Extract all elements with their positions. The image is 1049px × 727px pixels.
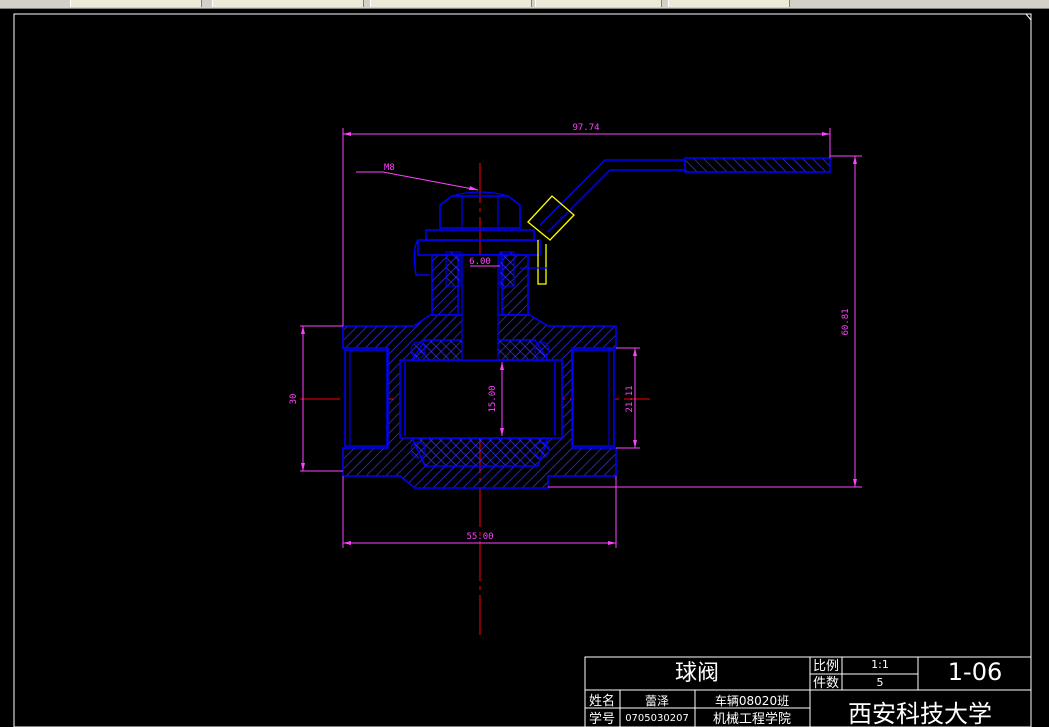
arrow [301,463,305,471]
gland-flange [417,239,541,256]
arrow [633,348,637,356]
id-value: 0705030207 [625,713,689,724]
scale-label: 比例 [813,659,839,674]
name-label: 姓名 [589,693,615,709]
arrow [469,186,478,190]
toolbar-tab-1[interactable] [70,0,202,7]
dim-overall-height: 60.81 [841,308,851,335]
arrow [822,132,830,136]
college: 机械工程学院 [713,711,791,727]
dim-height-left: 30 [289,394,299,405]
dim-body-length: 55.00 [466,532,493,542]
toolbar-tab-2[interactable] [212,0,364,7]
handle-arm-lower [547,169,685,233]
dim-thread: M8 [384,163,395,173]
arrow [343,132,351,136]
left-port [344,349,388,447]
frame-corner-mark [1025,13,1032,21]
leader-m8 [382,171,479,191]
handle [520,157,831,285]
arrow [853,479,857,487]
gland-curve [413,239,430,276]
qty-label: 件数 [813,676,839,691]
bore-cavity [399,359,563,439]
stem [461,254,499,361]
arrow [608,541,616,545]
toolbar-tab-4[interactable] [535,0,662,7]
seat-ring-tl [410,341,426,359]
packing-left [445,251,461,287]
packing-right [499,251,515,287]
arrow [301,326,305,334]
dim-bore: 15.00 [488,385,498,412]
right-port [572,349,615,447]
class-value: 车辆08020班 [715,693,789,708]
scale-value: 1:1 [871,658,889,671]
dim-port: 21.11 [625,385,635,412]
id-label: 学号 [589,711,615,727]
toolbar-tab-3[interactable] [370,0,532,7]
part-name: 球阀 [675,661,719,686]
seat-ring-bl [410,441,426,459]
qty-value: 5 [877,676,884,689]
arrow [343,541,351,545]
name-value: 蕾泽 [645,694,669,708]
handle-grip [684,157,831,173]
toolbar-tab-5[interactable] [668,0,790,7]
arrow [853,156,857,164]
title-block-text: 球阀 比例 1:1 件数 5 1-06 姓名 蕾泽 车辆08020班 学号 07… [589,658,1002,727]
seat-ring-tr [534,341,550,359]
arrow [633,440,637,448]
handle-hub [527,195,575,241]
drawing-number: 1-06 [948,658,1002,686]
seat-ring-br [534,441,550,459]
dim-stem-width: 6.00 [469,257,491,267]
university: 西安科技大学 [848,700,992,727]
handle-pin [537,240,547,285]
cad-drawing-canvas[interactable]: 97.74 M8 6.00 30 15.00 21.11 60.81 55.00… [0,8,1049,727]
ball-lower [410,437,550,467]
dim-overall-width: 97.74 [572,123,599,133]
